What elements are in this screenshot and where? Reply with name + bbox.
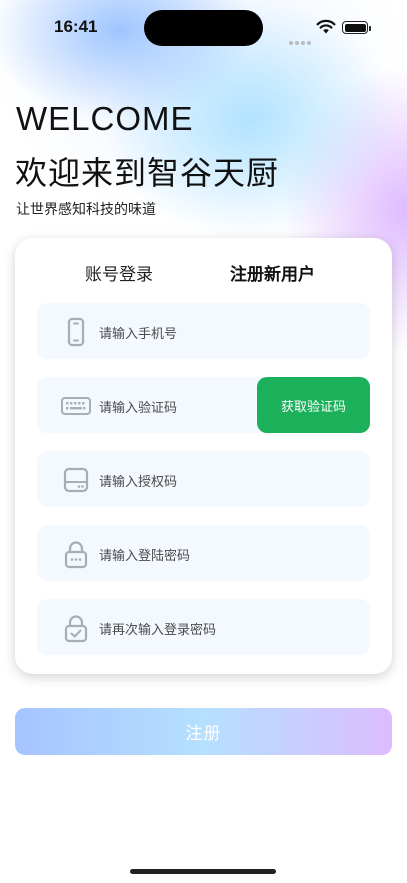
card-reader-icon: [63, 467, 89, 493]
tab-account-login[interactable]: 账号登录: [85, 260, 153, 285]
phone-input[interactable]: 请输入手机号: [99, 323, 177, 342]
home-indicator: [130, 869, 276, 874]
page-subtitle: 让世界感知科技的味道: [16, 202, 156, 218]
phone-icon: [67, 317, 85, 347]
register-button[interactable]: 注册: [15, 708, 392, 755]
welcome-heading: WELCOME: [16, 100, 194, 137]
verification-code-input[interactable]: 请输入验证码: [99, 397, 177, 416]
battery-icon: [342, 21, 371, 34]
password-field[interactable]: 请输入登陆密码: [37, 525, 370, 581]
status-time: 16:41: [54, 17, 98, 36]
password-input[interactable]: 请输入登陆密码: [99, 545, 190, 564]
phone-field[interactable]: 请输入手机号: [37, 303, 370, 359]
lock-icon: [64, 541, 88, 569]
verification-code-field[interactable]: 请输入验证码 获取验证码: [37, 377, 370, 433]
confirm-password-input[interactable]: 请再次输入登录密码: [99, 619, 216, 638]
keyboard-icon: [61, 397, 91, 415]
auth-code-input[interactable]: 请输入授权码: [99, 471, 177, 490]
wifi-icon: [316, 19, 336, 34]
auth-code-field[interactable]: 请输入授权码: [37, 451, 370, 507]
page-title: 欢迎来到智谷天厨: [15, 154, 280, 192]
lock-check-icon: [64, 615, 88, 643]
confirm-password-field[interactable]: 请再次输入登录密码: [37, 599, 370, 655]
cellular-signal-icon: [289, 30, 313, 49]
get-code-button[interactable]: 获取验证码: [257, 377, 370, 433]
register-card: 账号登录 注册新用户 请输入手机号 请输入验证码 获取验证码 请输入授权码 请输…: [15, 238, 392, 674]
dynamic-island: [144, 10, 263, 46]
tab-register[interactable]: 注册新用户: [230, 260, 315, 285]
